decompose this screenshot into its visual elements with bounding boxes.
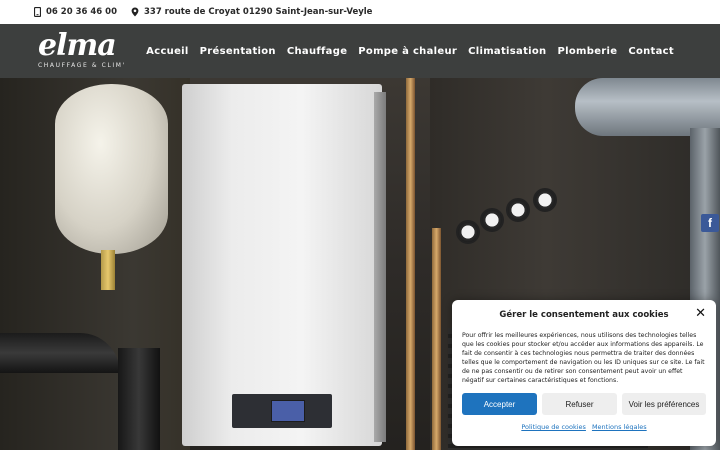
- view-preferences-button[interactable]: Voir les préférences: [622, 393, 706, 415]
- nav-item-pompe-a-chaleur[interactable]: Pompe à chaleur: [358, 46, 457, 57]
- hero-black-pipe: [0, 333, 120, 373]
- hero-copper-pipe: [406, 78, 415, 450]
- cookie-buttons: Accepter Refuser Voir les préférences: [462, 393, 706, 415]
- site-logo[interactable]: elma CHAUFFAGE & CLIM': [38, 28, 126, 70]
- hero-pressure-gauge: [480, 208, 504, 232]
- hero-pressure-gauge: [506, 198, 530, 222]
- accept-button[interactable]: Accepter: [462, 393, 537, 415]
- hero-boiler-screen: [271, 400, 305, 422]
- cookie-header: Gérer le consentement aux cookies ✕: [462, 307, 706, 322]
- hero-boiler: [182, 84, 382, 446]
- cookie-policy-link[interactable]: Politique de cookies: [521, 423, 586, 431]
- hero-pressure-gauge: [533, 188, 557, 212]
- cookie-title: Gérer le consentement aux cookies: [499, 310, 669, 320]
- logo-wordmark: elma: [38, 28, 117, 63]
- hero-black-pipe-vertical: [118, 348, 160, 450]
- phone-icon: [34, 7, 41, 17]
- phone-number: 06 20 36 46 00: [46, 7, 117, 17]
- hero-tank-fitting: [101, 250, 115, 290]
- refuse-button[interactable]: Refuser: [542, 393, 617, 415]
- nav-item-presentation[interactable]: Présentation: [200, 46, 276, 57]
- logo-tagline: CHAUFFAGE & CLIM': [38, 62, 126, 69]
- cookie-links: Politique de cookies Mentions légales: [462, 423, 706, 431]
- address-text: 337 route de Croyat 01290 Saint-Jean-sur…: [143, 7, 373, 17]
- map-pin-icon: [131, 7, 139, 17]
- address-contact: 337 route de Croyat 01290 Saint-Jean-sur…: [131, 7, 372, 17]
- site-header: elma CHAUFFAGE & CLIM' Accueil Présentat…: [0, 24, 720, 78]
- nav-item-climatisation[interactable]: Climatisation: [468, 46, 546, 57]
- legal-notice-link[interactable]: Mentions légales: [592, 423, 647, 431]
- facebook-icon[interactable]: f: [701, 214, 719, 232]
- phone-contact[interactable]: 06 20 36 46 00: [34, 7, 117, 17]
- nav-item-accueil[interactable]: Accueil: [146, 46, 188, 57]
- nav-item-plomberie[interactable]: Plomberie: [557, 46, 617, 57]
- nav-item-chauffage[interactable]: Chauffage: [287, 46, 347, 57]
- cookie-consent-dialog: Gérer le consentement aux cookies ✕ Pour…: [452, 300, 716, 446]
- cookie-body-text: Pour offrir les meilleures expériences, …: [462, 332, 705, 384]
- nav-item-contact[interactable]: Contact: [628, 46, 674, 57]
- close-icon[interactable]: ✕: [695, 307, 706, 320]
- main-nav: Accueil Présentation Chauffage Pompe à c…: [135, 46, 674, 57]
- hero-pressure-gauge: [456, 220, 480, 244]
- top-contact-bar: 06 20 36 46 00 337 route de Croyat 01290…: [0, 0, 720, 24]
- hero-expansion-tank: [55, 84, 168, 254]
- hero-boiler-side: [374, 92, 386, 442]
- hero-copper-pipe: [432, 228, 441, 450]
